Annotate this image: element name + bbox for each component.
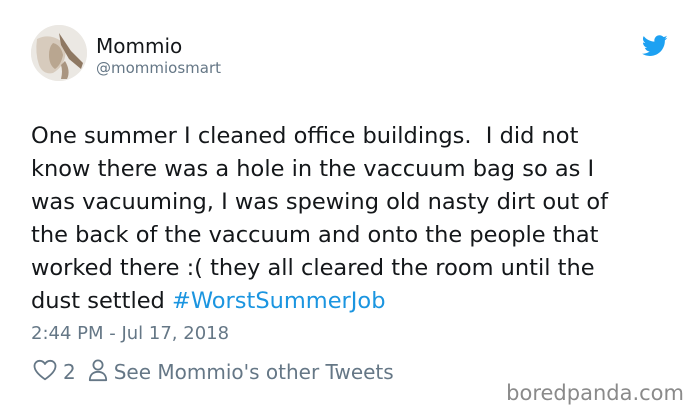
tweet-card: Mommio @mommiosmart One summer I cleaned… <box>0 0 700 415</box>
see-other-tweets-link[interactable]: See Mommio's other Tweets <box>88 358 394 387</box>
tweet-actions: 2 See Mommio's other Tweets <box>33 358 394 386</box>
person-icon <box>88 358 108 387</box>
like-button[interactable]: 2 <box>33 359 76 386</box>
tweet-line: worked there :( they all cleared the roo… <box>31 255 595 281</box>
tweet-line: was vacuuming, I was spewing old nasty d… <box>31 189 609 215</box>
tweet-line-last: dust settled #WorstSummerJob <box>31 285 681 318</box>
tweet-line-text: dust settled <box>31 288 172 314</box>
twitter-bird-icon[interactable] <box>641 35 668 57</box>
hashtag-link[interactable]: #WorstSummerJob <box>172 288 386 314</box>
avatar[interactable] <box>31 25 87 81</box>
heart-icon <box>33 359 57 386</box>
author-handle[interactable]: @mommiosmart <box>96 59 221 77</box>
tweet-line: know there was a hole in the vaccuum bag… <box>31 156 595 182</box>
tweet-text: One summer I cleaned office buildings. I… <box>31 120 681 318</box>
tweet-line: the back of the vaccuum and onto the peo… <box>31 222 599 248</box>
watermark: boredpanda.com <box>506 381 684 405</box>
like-count: 2 <box>63 360 76 384</box>
author-name[interactable]: Mommio <box>96 34 182 58</box>
tweet-line: One summer I cleaned office buildings. I… <box>31 123 579 149</box>
see-other-tweets-label: See Mommio's other Tweets <box>113 360 394 384</box>
tweet-timestamp[interactable]: 2:44 PM - Jul 17, 2018 <box>31 323 229 344</box>
